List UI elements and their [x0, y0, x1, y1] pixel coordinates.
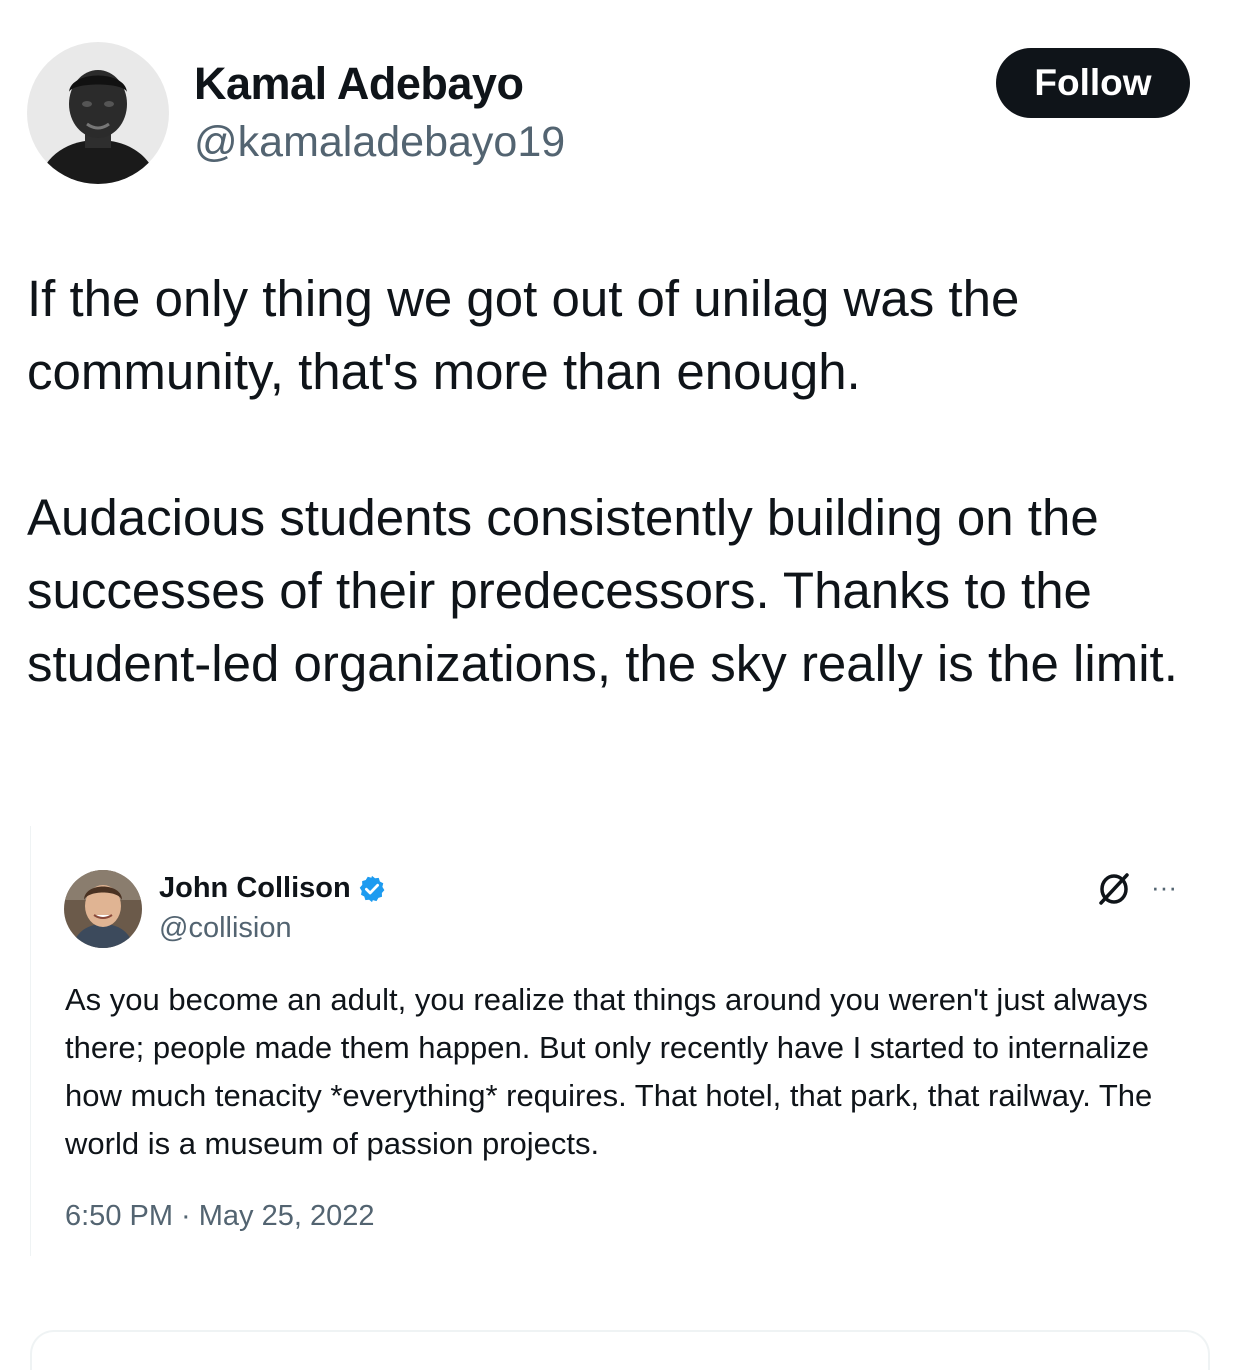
more-options-icon[interactable]: ···	[1147, 872, 1181, 906]
quoted-author-name[interactable]: John Collison	[159, 872, 351, 905]
tweet-paragraph: Audacious students consistently building…	[27, 489, 1178, 692]
quoted-tweet-card[interactable]: John Collison @collision ··· As you beco…	[30, 826, 1211, 1256]
bottom-card-edge	[30, 1330, 1210, 1370]
follow-button[interactable]: Follow	[996, 48, 1190, 118]
author-avatar-photo	[27, 42, 169, 184]
quoted-author-handle[interactable]: @collision	[159, 912, 292, 945]
author-avatar[interactable]	[27, 42, 169, 184]
tweet-text: If the only thing we got out of unilag w…	[27, 262, 1217, 700]
x-logo-icon	[1097, 872, 1131, 906]
quoted-avatar-photo	[64, 870, 142, 948]
author-handle[interactable]: @kamaladebayo19	[194, 118, 565, 167]
quoted-tweet-text: As you become an adult, you realize that…	[65, 982, 1153, 1161]
quoted-tweet-timestamp[interactable]: 6:50 PM · May 25, 2022	[65, 1200, 375, 1233]
quoted-author-avatar[interactable]	[64, 870, 142, 948]
author-name[interactable]: Kamal Adebayo	[194, 58, 524, 110]
verified-badge-icon	[357, 874, 387, 904]
quoted-name-row: John Collison	[159, 872, 387, 905]
tweet-paragraph: If the only thing we got out of unilag w…	[27, 270, 1020, 400]
